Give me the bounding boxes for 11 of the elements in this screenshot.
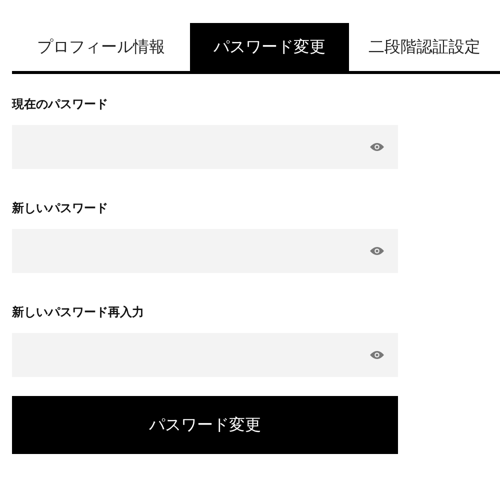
field-label: 新しいパスワード再入力 [12, 304, 145, 321]
password-field[interactable] [12, 333, 398, 377]
tab[interactable]: パスワード変更 [190, 23, 349, 71]
eye-icon[interactable] [370, 142, 384, 152]
password-field[interactable] [12, 229, 398, 273]
eye-icon[interactable] [370, 246, 384, 256]
submit-button[interactable]: パスワード変更 [12, 396, 398, 454]
field-label: 現在のパスワード [12, 96, 109, 113]
eye-icon[interactable] [370, 350, 384, 360]
password-field[interactable] [12, 125, 398, 169]
field-label: 新しいパスワード [12, 200, 109, 217]
